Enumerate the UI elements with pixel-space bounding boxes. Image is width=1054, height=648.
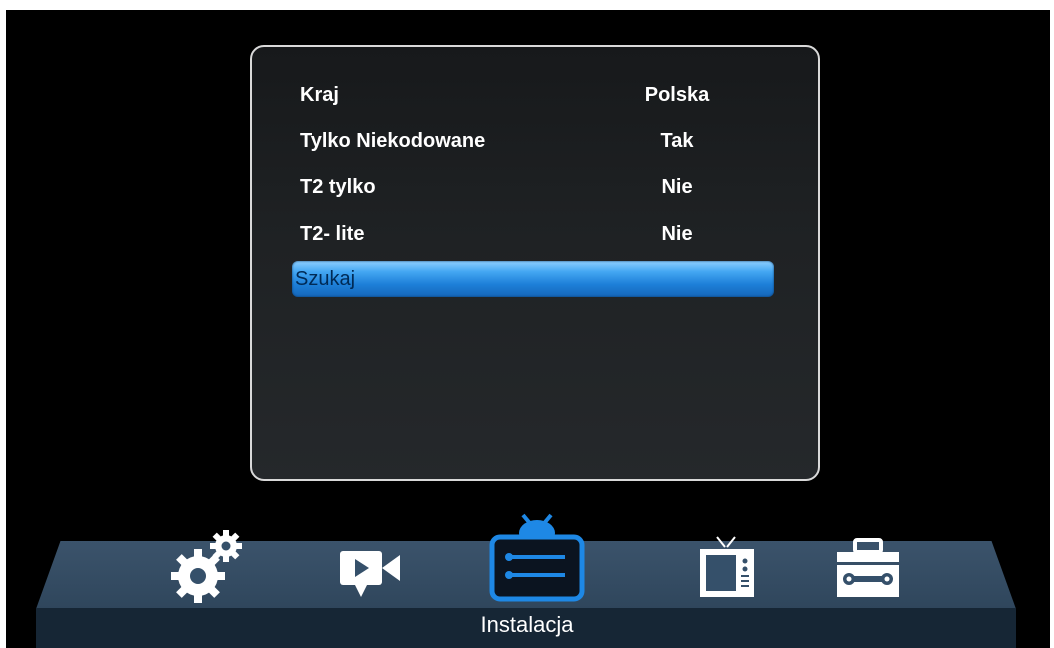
menu-row-value: Polska [644,84,710,106]
screen-border-top [0,0,1054,10]
video-camera-icon[interactable] [338,547,406,601]
gears-icon[interactable] [168,528,246,604]
menu-row-label: Kraj [300,84,339,106]
menu-row-t2-only[interactable]: T2 tylko Nie [292,169,772,205]
search-settings-panel: Kraj Polska Tylko Niekodowane Tak T2 tyl… [250,45,820,481]
menu-row-label: Tylko Niekodowane [300,130,486,152]
screen-border-right [1050,0,1054,648]
screen-border-left [0,0,6,648]
menu-row-label: T2 tylko [300,176,376,198]
tv-icon[interactable] [697,535,757,601]
menu-row-t2-lite[interactable]: T2- lite Nie [292,216,772,252]
search-button-label: Szukaj [295,268,356,290]
menu-row-value: Nie [661,176,693,198]
dock-active-label: Instalacja [480,612,574,637]
menu-row-country[interactable]: Kraj Polska [292,77,772,113]
tv-installation-icon[interactable] [487,497,587,607]
menu-row-label: T2- lite [300,223,365,245]
menu-row-value: Nie [661,223,693,245]
toolbox-icon[interactable] [835,538,901,600]
menu-row-value: Tak [660,130,694,152]
menu-row-fta-only[interactable]: Tylko Niekodowane Tak [292,123,772,159]
search-button[interactable]: Szukaj [292,261,774,297]
